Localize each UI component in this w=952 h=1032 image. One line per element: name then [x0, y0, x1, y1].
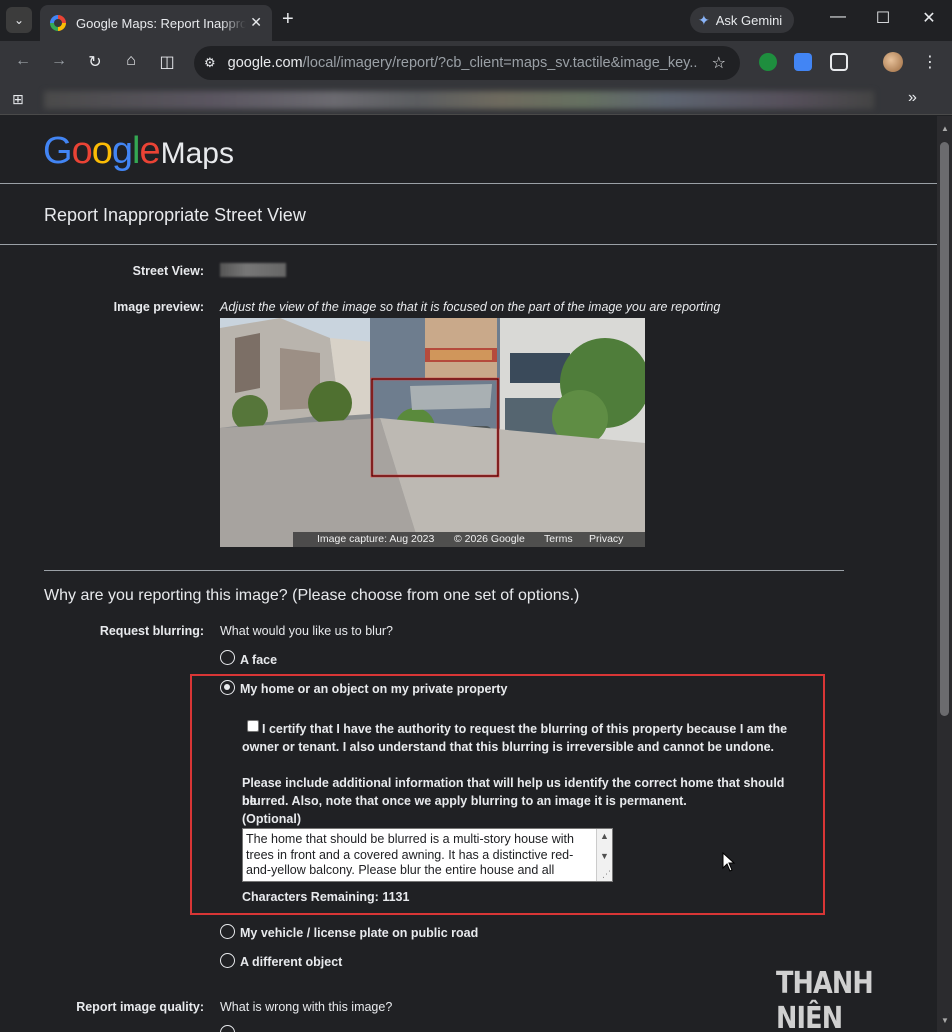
certify-text-line2: owner or tenant. I also understand that …: [242, 740, 775, 754]
scroll-down-icon[interactable]: ▼: [600, 851, 609, 861]
street-view-preview[interactable]: Image capture: Aug 2023 © 2026 Google Te…: [220, 318, 645, 547]
image-preview-instruction: Adjust the view of the image so that it …: [220, 300, 721, 314]
home-icon[interactable]: ⌂: [120, 52, 142, 70]
tab-title: Google Maps: Report Inappropriate Street…: [76, 15, 246, 31]
copyright-text: © 2026 Google: [454, 533, 525, 545]
tab-bar: ⌄ Google Maps: Report Inappropriate Stre…: [0, 0, 952, 41]
page-scrollbar[interactable]: ▲ ▼: [937, 116, 952, 1032]
terms-link[interactable]: Terms: [544, 533, 573, 545]
radio-other-object[interactable]: [220, 953, 235, 968]
info-text-line2: blurred. Also, note that once we apply b…: [242, 794, 687, 808]
thanh-nien-watermark: THANH NIÊN: [776, 966, 874, 1032]
page-content: GoogleMaps Report Inappropriate Street V…: [0, 116, 937, 1032]
browser-toolbar: ← → ↻ ⌂ ◫ ⚙ google.com/local/imagery/rep…: [0, 41, 952, 85]
close-tab-icon[interactable]: ✕: [250, 14, 262, 31]
back-arrow-icon[interactable]: ←: [12, 52, 34, 70]
tab-search-button[interactable]: ⌄: [6, 7, 32, 33]
report-reason-question: Why are you reporting this image? (Pleas…: [44, 587, 580, 604]
chevron-down-icon: ⌄: [13, 13, 25, 27]
additional-info-textarea[interactable]: The home that should be blurred is a mul…: [242, 828, 613, 882]
quality-question: What is wrong with this image?: [220, 1000, 393, 1014]
site-info-icon[interactable]: ⚙: [204, 55, 216, 71]
chevron-right-double-icon[interactable]: »: [908, 89, 917, 107]
maximize-icon[interactable]: ☐: [871, 8, 895, 28]
image-capture-date: Image capture: Aug 2023: [317, 533, 435, 545]
option-vehicle-label[interactable]: My vehicle / license plate on public roa…: [240, 926, 478, 940]
address-bar[interactable]: ⚙ google.com/local/imagery/report/?cb_cl…: [194, 46, 740, 80]
bookmarks-bar: ⊞ »: [0, 85, 952, 115]
minimize-icon[interactable]: —: [826, 8, 850, 26]
new-tab-icon[interactable]: +: [282, 9, 294, 29]
privacy-link[interactable]: Privacy: [589, 533, 623, 545]
split-view-icon[interactable]: ◫: [156, 52, 178, 72]
radio-vehicle[interactable]: [220, 924, 235, 939]
blur-question: What would you like us to blur?: [220, 624, 394, 638]
report-quality-label: Report image quality:: [76, 1000, 204, 1014]
scrollbar-thumb[interactable]: [940, 142, 949, 716]
extension-shield-icon[interactable]: [759, 53, 777, 71]
google-favicon-icon: [50, 15, 66, 31]
certify-checkbox[interactable]: [247, 720, 259, 732]
ask-gemini-label: Ask Gemini: [715, 12, 783, 28]
page-title: Report Inappropriate Street View: [44, 205, 306, 225]
textarea-scrollbar[interactable]: ▲ ▼ ⋰: [596, 829, 612, 881]
image-preview-label: Image preview:: [113, 300, 204, 314]
request-blurring-label: Request blurring:: [99, 624, 204, 638]
gemini-sparkle-icon: ✦: [698, 11, 710, 28]
street-view-id-blurred: [220, 263, 286, 277]
bookmark-star-icon[interactable]: ☆: [712, 53, 726, 73]
resize-grip-icon[interactable]: ⋰: [602, 869, 611, 880]
scroll-down-arrow-icon[interactable]: ▼: [941, 1016, 949, 1025]
title-divider: [0, 244, 937, 245]
apps-grid-icon[interactable]: ⊞: [12, 91, 24, 108]
radio-home[interactable]: [220, 680, 235, 695]
ask-gemini-button[interactable]: ✦ Ask Gemini: [690, 7, 795, 33]
section-divider: [44, 570, 844, 571]
active-tab[interactable]: Google Maps: Report Inappropriate Street…: [40, 5, 272, 41]
reload-icon[interactable]: ↻: [84, 52, 106, 72]
bookmarks-blurred: [44, 91, 874, 109]
certify-text-line1: I certify that I have the authority to r…: [262, 722, 788, 736]
url-text[interactable]: google.com/local/imagery/report/?cb_clie…: [228, 55, 698, 71]
scroll-up-icon[interactable]: ▲: [600, 831, 609, 841]
maps-wordmark: Maps: [160, 137, 234, 170]
close-window-icon[interactable]: ✕: [917, 8, 941, 28]
url-path: /local/imagery/report/?cb_client=maps_sv…: [302, 55, 698, 71]
street-view-label: Street View:: [132, 264, 204, 278]
forward-arrow-icon[interactable]: →: [48, 52, 70, 70]
header-divider: [0, 183, 937, 184]
mouse-cursor-icon: [722, 852, 736, 872]
option-other-label[interactable]: A different object: [240, 955, 342, 969]
option-face-label[interactable]: A face: [240, 653, 277, 667]
radio-quality-first[interactable]: [220, 1025, 235, 1032]
menu-dots-icon[interactable]: ⋮: [922, 52, 938, 72]
scroll-up-arrow-icon[interactable]: ▲: [941, 124, 949, 133]
profile-avatar[interactable]: [883, 52, 903, 72]
google-maps-logo: GoogleMaps: [43, 130, 234, 172]
option-home-label[interactable]: My home or an object on my private prope…: [240, 682, 507, 696]
url-domain: google.com: [227, 55, 303, 71]
extensions-puzzle-icon[interactable]: [830, 53, 848, 71]
extension-doc-icon[interactable]: [794, 53, 812, 71]
optional-label: (Optional): [242, 812, 302, 826]
radio-face[interactable]: [220, 650, 235, 665]
characters-remaining: Characters Remaining: 1131: [242, 890, 410, 904]
